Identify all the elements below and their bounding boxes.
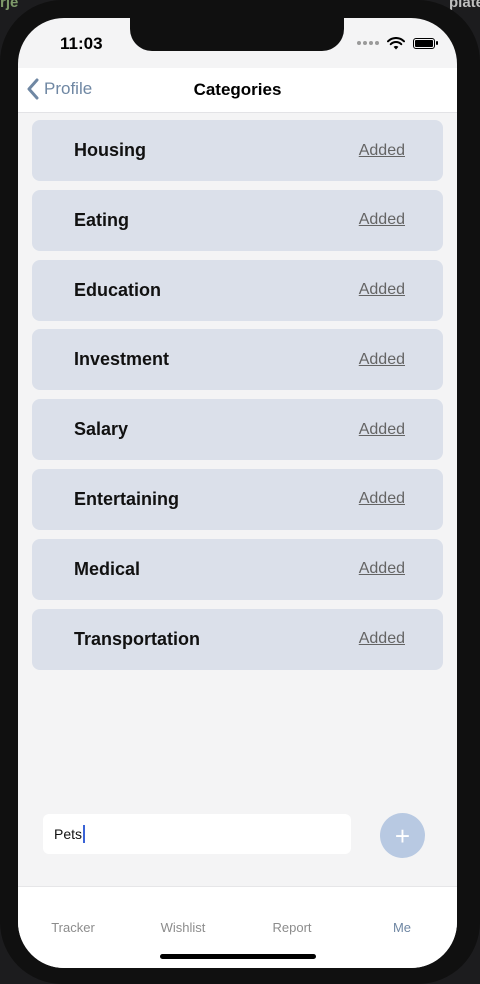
category-name: Entertaining (74, 488, 180, 509)
background-window-text-right: plate (448, 0, 480, 11)
device-notch (130, 18, 344, 51)
battery-icon (413, 37, 438, 49)
home-indicator[interactable] (160, 954, 316, 959)
tab-wishlist[interactable]: Wishlist (128, 920, 238, 935)
cellular-signal-icon (357, 41, 379, 45)
status-time: 11:03 (60, 34, 103, 53)
new-category-input-value: Pets (54, 826, 83, 842)
added-link[interactable]: Added (359, 281, 405, 299)
category-list: Housing Added Eating Added Education Add… (32, 120, 443, 678)
wifi-icon (387, 36, 405, 49)
category-name: Eating (74, 209, 130, 230)
text-cursor (83, 825, 86, 843)
category-name: Education (74, 279, 162, 300)
new-category-input[interactable]: Pets (43, 814, 351, 854)
category-card-investment: Investment Added (32, 329, 443, 391)
category-card-education: Education Added (32, 259, 443, 321)
added-link[interactable]: Added (359, 490, 405, 508)
category-card-entertaining: Entertaining Added (32, 468, 443, 530)
category-card-medical: Medical Added (32, 538, 443, 600)
category-name: Investment (74, 349, 170, 370)
navigation-bar: Profile Categories (18, 68, 457, 113)
category-card-transportation: Transportation Added (32, 608, 443, 670)
tab-tracker[interactable]: Tracker (18, 920, 128, 935)
added-link[interactable]: Added (359, 142, 405, 160)
category-card-salary: Salary Added (32, 399, 443, 461)
app-screen: 11:03 Profile Categories Housing Added E… (18, 18, 457, 968)
plus-icon: + (394, 820, 411, 851)
add-category-button[interactable]: + (380, 813, 425, 858)
tab-me[interactable]: Me (347, 920, 457, 935)
background-window-text-left: rje (0, 0, 19, 11)
phone-frame: 11:03 Profile Categories Housing Added E… (0, 0, 480, 984)
status-bar: 11:03 (18, 18, 457, 68)
category-card-eating: Eating Added (32, 189, 443, 251)
category-name: Salary (74, 419, 129, 440)
category-name: Medical (74, 558, 141, 579)
category-name: Transportation (74, 628, 201, 649)
category-card-housing: Housing Added (32, 120, 443, 181)
category-name: Housing (74, 140, 146, 160)
added-link[interactable]: Added (359, 421, 405, 439)
added-link[interactable]: Added (359, 560, 405, 578)
tab-report[interactable]: Report (237, 920, 347, 935)
added-link[interactable]: Added (359, 211, 405, 229)
added-link[interactable]: Added (359, 351, 405, 369)
status-icons (357, 36, 438, 50)
added-link[interactable]: Added (359, 630, 405, 648)
page-title: Categories (193, 80, 282, 99)
